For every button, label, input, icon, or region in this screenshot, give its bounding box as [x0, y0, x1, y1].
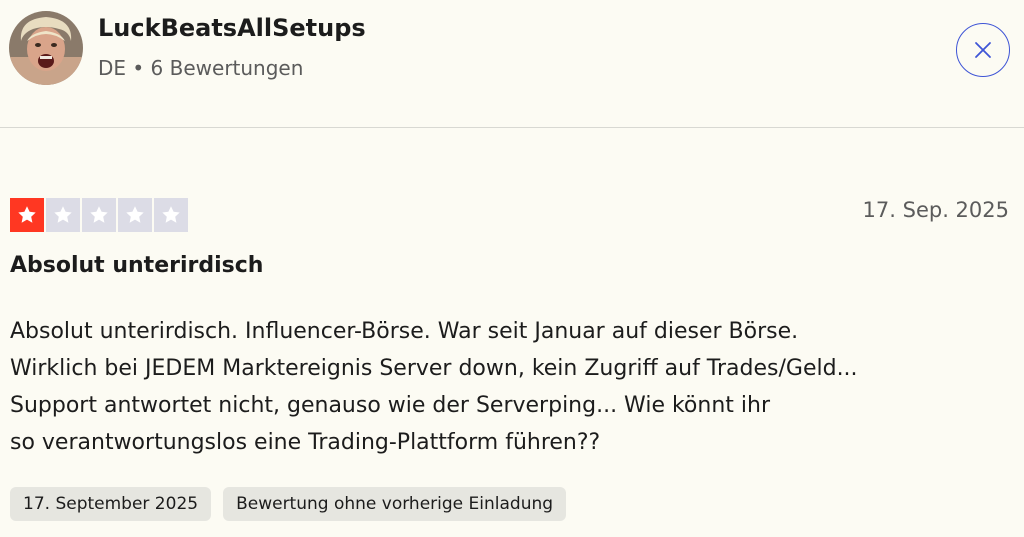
- star-empty: [118, 198, 152, 232]
- star-icon: [90, 206, 108, 223]
- avatar: [9, 11, 83, 85]
- reviewer-name[interactable]: LuckBeatsAllSetups: [98, 14, 366, 42]
- review-body-line: Absolut unterirdisch. Influencer-Börse. …: [10, 319, 799, 344]
- star-rating: [10, 198, 188, 232]
- invitation-status-tag: Bewertung ohne vorherige Einladung: [223, 487, 567, 521]
- star-icon: [126, 206, 144, 223]
- close-icon: [975, 42, 991, 58]
- review-body-line: so verantwortungslos eine Trading-Plattf…: [10, 430, 601, 455]
- review-date: 17. Sep. 2025: [862, 198, 1009, 222]
- avatar-image: [9, 11, 83, 85]
- experience-date-tag: 17. September 2025: [10, 487, 212, 521]
- star-empty: [82, 198, 116, 232]
- reviewer-header: LuckBeatsAllSetups DE • 6 Bewertungen: [0, 0, 1024, 128]
- star-icon: [54, 206, 72, 223]
- review-modal: LuckBeatsAllSetups DE • 6 Bewertungen 17…: [0, 0, 1024, 537]
- review-body-line: Support antwortet nicht, genauso wie der…: [10, 393, 770, 418]
- star-filled: [10, 198, 44, 232]
- review-tags: 17. September 2025 Bewertung ohne vorher…: [10, 487, 567, 521]
- close-button[interactable]: [956, 23, 1010, 77]
- review-body: Absolut unterirdisch. Influencer-Börse. …: [10, 313, 1010, 461]
- review-body-line: Wirklich bei JEDEM Marktereignis Server …: [10, 356, 858, 381]
- star-empty: [46, 198, 80, 232]
- review-title: Absolut unterirdisch: [10, 253, 264, 278]
- star-icon: [18, 206, 36, 223]
- star-empty: [154, 198, 188, 232]
- reviewer-meta: DE • 6 Bewertungen: [98, 56, 304, 80]
- star-icon: [162, 206, 180, 223]
